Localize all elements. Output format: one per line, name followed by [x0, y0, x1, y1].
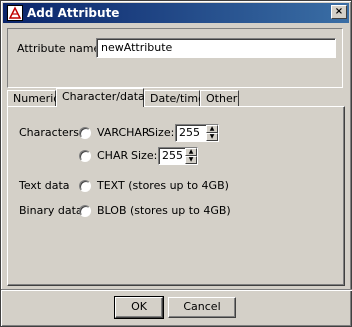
- tab-label: Date/time: [150, 92, 205, 105]
- char-radio[interactable]: [79, 150, 91, 162]
- text-radio[interactable]: [79, 180, 91, 192]
- varchar-radio[interactable]: [79, 127, 91, 139]
- text-label[interactable]: TEXT (stores up to 4GB): [97, 179, 229, 193]
- text-data-label: Text data: [19, 179, 70, 192]
- blob-label[interactable]: BLOB (stores up to 4GB): [97, 204, 231, 218]
- tab-date-time[interactable]: Date/time: [144, 90, 205, 106]
- binary-data-label: Binary data: [19, 204, 83, 217]
- tab-label: Numeric: [13, 92, 60, 105]
- char-size-value[interactable]: 255: [162, 149, 183, 163]
- char-size-label: Size:: [131, 149, 158, 162]
- varchar-size-value[interactable]: 255: [179, 126, 200, 140]
- cancel-button[interactable]: Cancel: [168, 297, 236, 318]
- tab-numeric[interactable]: Numeric: [7, 90, 60, 106]
- tab-label: Character/data: [62, 90, 145, 103]
- characters-label: Characters: [19, 126, 80, 139]
- spinner-buttons: ▲ ▼: [206, 125, 218, 141]
- tab-other[interactable]: Other: [200, 90, 239, 106]
- close-icon[interactable]: ×: [331, 5, 347, 19]
- spin-up-icon[interactable]: ▲: [206, 125, 218, 133]
- character-data-panel: Characters VARCHAR Size: 255 ▲ ▼ CHAR Si…: [7, 106, 345, 286]
- char-label[interactable]: CHAR: [97, 149, 128, 163]
- title-bar[interactable]: Add Attribute ×: [3, 3, 349, 23]
- ok-button[interactable]: OK: [114, 296, 164, 319]
- varchar-size-label: Size:: [148, 126, 175, 139]
- varchar-size-spinner[interactable]: 255 ▲ ▼: [175, 124, 219, 142]
- attribute-name-label: Attribute name:: [17, 42, 104, 55]
- app-icon: [7, 5, 23, 21]
- attribute-name-group: Attribute name: newAttribute: [7, 28, 343, 88]
- char-size-spinner[interactable]: 255 ▲ ▼: [158, 147, 198, 165]
- add-attribute-dialog: Add Attribute × Attribute name: newAttri…: [0, 0, 352, 327]
- spinner-buttons: ▲ ▼: [185, 148, 197, 164]
- tab-label: Other: [206, 92, 238, 105]
- attribute-name-input[interactable]: newAttribute: [96, 38, 336, 58]
- tab-character-data[interactable]: Character/data: [56, 88, 145, 107]
- spin-down-icon[interactable]: ▼: [206, 133, 218, 141]
- button-separator: [1, 289, 352, 291]
- spin-down-icon[interactable]: ▼: [185, 156, 197, 164]
- spin-up-icon[interactable]: ▲: [185, 148, 197, 156]
- varchar-label[interactable]: VARCHAR: [97, 126, 150, 140]
- window-title: Add Attribute: [27, 6, 120, 20]
- blob-radio[interactable]: [79, 205, 91, 217]
